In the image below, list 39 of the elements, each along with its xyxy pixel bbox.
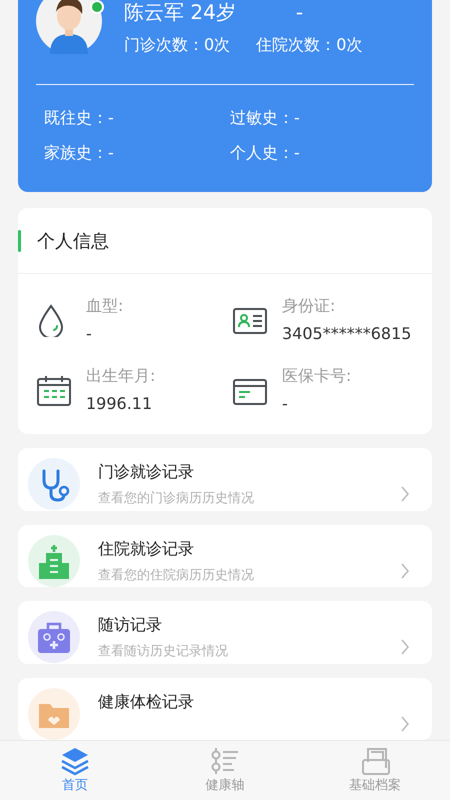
record-title: 住院就诊记录 [98,538,195,558]
record-title: 随访记录 [98,615,163,635]
layers-icon [60,746,90,776]
field-value: - [86,324,93,344]
history-item: 家族史：- [44,142,115,164]
field-label: 出生年月: [86,366,156,386]
record-subtitle: 查看您的住院病历历史情况 [98,566,255,584]
chevron-right-icon [400,639,410,655]
chevron-right-icon [400,716,410,732]
accent-bar [18,230,21,252]
patient-extra: - [296,0,304,24]
field-value: 1996.11 [86,394,154,414]
record-card[interactable]: 健康体检记录 [18,678,432,740]
history-item: 既往史：- [44,107,115,129]
history-item: 个人史：- [230,142,301,164]
archive-icon [360,746,390,776]
record-card[interactable]: 住院就诊记录 查看您的住院病历历史情况 [18,524,432,587]
avatar-icon [36,0,102,54]
record-subtitle: 查看随访历史记录情况 [98,643,229,661]
patient-name: 陈云军 24岁 [124,0,236,24]
visit-count: 门诊次数：0次 [124,34,230,56]
timeline-icon [210,746,240,776]
visit-count: 住院次数：0次 [256,34,362,56]
field-value: 3405******6815 [282,324,412,344]
record-subtitle: 查看您的门诊病历历史情况 [98,490,255,508]
record-card[interactable]: 门诊就诊记录 查看您的门诊病历历史情况 [18,448,432,510]
history-item: 过敏史：- [230,107,301,129]
calendar-icon [36,373,72,407]
record-title: 门诊就诊记录 [98,462,195,482]
field-value: - [282,394,289,414]
field-label: 身份证: [282,296,336,316]
record-card[interactable]: 随访记录 查看随访历史记录情况 [18,601,432,664]
field-label: 医保卡号: [282,366,352,386]
field-label: 血型: [86,296,124,316]
record-title: 健康体检记录 [98,692,195,712]
status-badge-icon [90,0,104,14]
chevron-right-icon [400,486,410,502]
chevron-right-icon [400,562,410,578]
section-title: 个人信息 [37,230,109,252]
